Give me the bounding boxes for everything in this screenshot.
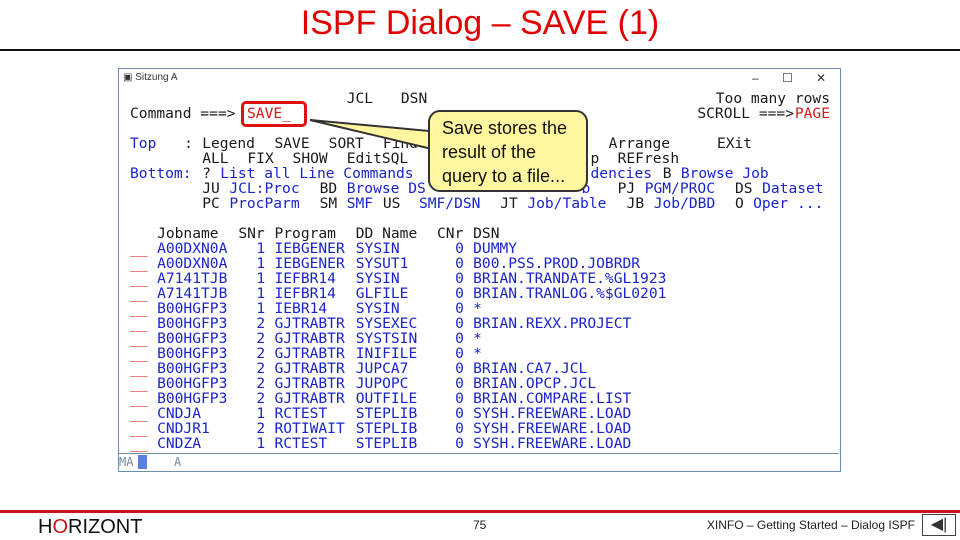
back-navigation-icon[interactable]: ◀|: [922, 514, 956, 536]
footer-divider: [0, 510, 960, 513]
callout-bubble: Save stores the result of the query to a…: [428, 110, 588, 192]
horizont-logo: HORIZONT: [38, 516, 143, 538]
page-number: 75: [473, 518, 487, 532]
callout-pointer: [309, 119, 442, 152]
footer-text: XINFO – Getting Started – Dialog ISPF: [706, 518, 915, 532]
